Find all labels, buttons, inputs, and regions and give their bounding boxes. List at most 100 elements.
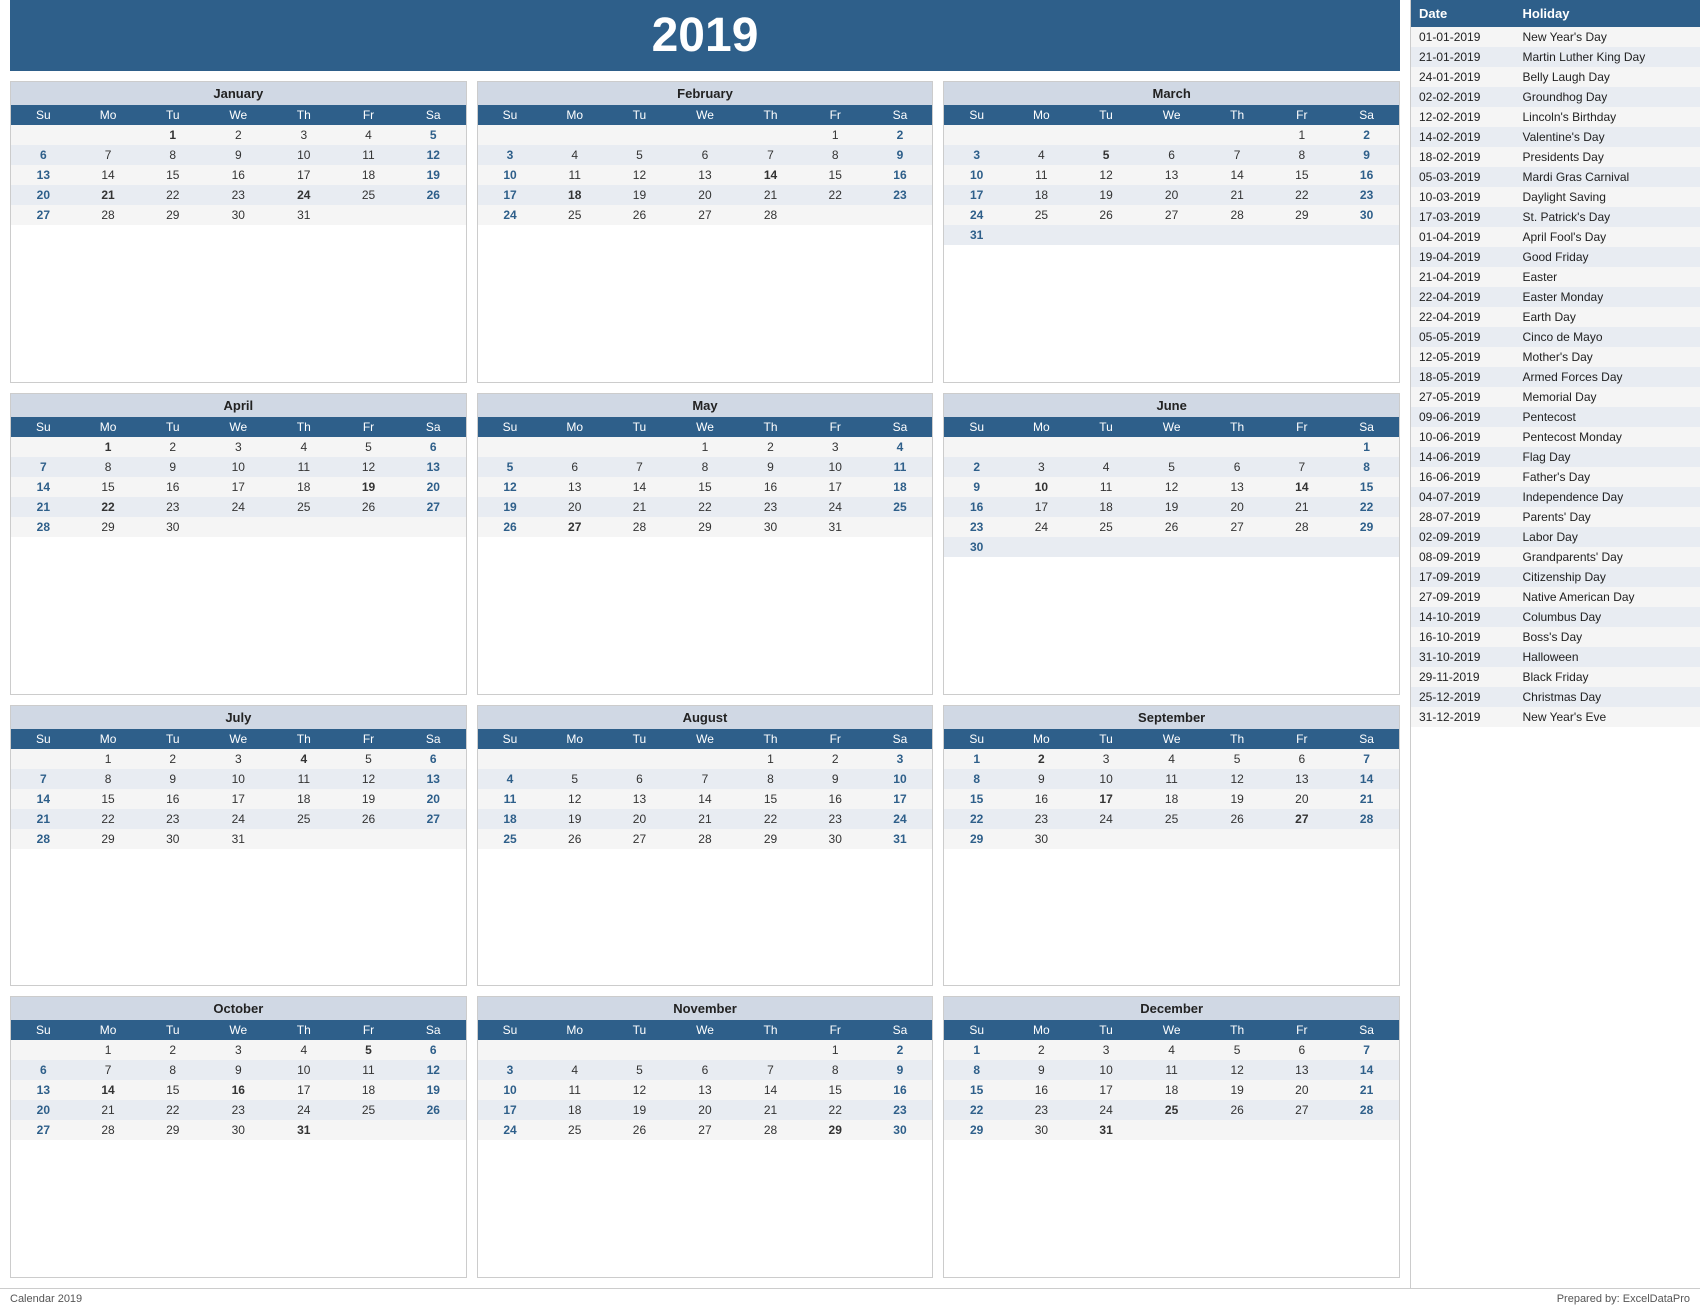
calendar-day: 12 bbox=[401, 1060, 466, 1080]
calendar-day: 9 bbox=[868, 145, 933, 165]
calendar-day bbox=[542, 1040, 607, 1060]
calendar-day bbox=[1009, 125, 1074, 145]
month-calendar-table: SuMoTuWeThFrSa12345678910111213141516171… bbox=[11, 105, 466, 225]
calendar-day: 15 bbox=[140, 165, 205, 185]
calendar-day: 5 bbox=[607, 145, 672, 165]
calendar-day: 23 bbox=[1009, 809, 1074, 829]
calendar-day: 13 bbox=[11, 1080, 76, 1100]
calendar-day: 5 bbox=[336, 749, 401, 769]
calendar-day bbox=[271, 517, 336, 537]
calendar-day: 21 bbox=[11, 809, 76, 829]
calendar-day: 29 bbox=[944, 829, 1009, 849]
day-header: Su bbox=[11, 729, 76, 749]
calendar-day: 1 bbox=[803, 125, 868, 145]
holiday-row: 02-02-2019Groundhog Day bbox=[1411, 87, 1700, 107]
calendar-day: 10 bbox=[205, 769, 271, 789]
calendar-day: 24 bbox=[1074, 1100, 1139, 1120]
holiday-name: Flag Day bbox=[1514, 447, 1700, 467]
calendar-day: 11 bbox=[542, 1080, 607, 1100]
calendar-day bbox=[1138, 437, 1204, 457]
calendar-day: 8 bbox=[803, 1060, 868, 1080]
day-header: Sa bbox=[868, 1020, 933, 1040]
holiday-name: Halloween bbox=[1514, 647, 1700, 667]
calendar-section: 2019 JanuarySuMoTuWeThFrSa12345678910111… bbox=[0, 0, 1410, 1288]
calendar-day: 3 bbox=[1074, 749, 1139, 769]
calendar-day: 13 bbox=[1269, 1060, 1334, 1080]
calendar-day: 7 bbox=[607, 457, 672, 477]
holiday-name: Easter Monday bbox=[1514, 287, 1700, 307]
months-grid: JanuarySuMoTuWeThFrSa1234567891011121314… bbox=[10, 81, 1400, 1278]
calendar-day: 17 bbox=[1009, 497, 1074, 517]
calendar-day: 17 bbox=[271, 165, 336, 185]
holiday-row: 18-02-2019Presidents Day bbox=[1411, 147, 1700, 167]
calendar-day: 19 bbox=[401, 165, 466, 185]
calendar-day: 27 bbox=[401, 497, 466, 517]
footer-right: Prepared by: ExcelDataPro bbox=[1557, 1293, 1690, 1305]
calendar-day: 7 bbox=[1205, 145, 1270, 165]
holiday-name: Presidents Day bbox=[1514, 147, 1700, 167]
holiday-name: Black Friday bbox=[1514, 667, 1700, 687]
calendar-day: 8 bbox=[738, 769, 803, 789]
calendar-day: 4 bbox=[336, 125, 401, 145]
holiday-row: 17-03-2019St. Patrick's Day bbox=[1411, 207, 1700, 227]
calendar-day: 16 bbox=[205, 1080, 271, 1100]
calendar-day: 3 bbox=[478, 145, 543, 165]
calendar-day: 6 bbox=[672, 1060, 738, 1080]
calendar-day: 17 bbox=[803, 477, 868, 497]
calendar-day: 31 bbox=[271, 205, 336, 225]
holiday-date: 22-04-2019 bbox=[1411, 287, 1514, 307]
calendar-day: 6 bbox=[1138, 145, 1204, 165]
month-calendar-table: SuMoTuWeThFrSa12345678910111213141516171… bbox=[944, 729, 1399, 849]
calendar-day: 29 bbox=[140, 205, 205, 225]
calendar-day: 23 bbox=[205, 1100, 271, 1120]
calendar-day bbox=[1205, 829, 1270, 849]
calendar-day bbox=[672, 125, 738, 145]
holiday-name: Native American Day bbox=[1514, 587, 1700, 607]
calendar-day: 24 bbox=[1074, 809, 1139, 829]
day-header: We bbox=[672, 105, 738, 125]
holiday-row: 09-06-2019Pentecost bbox=[1411, 407, 1700, 427]
calendar-day: 24 bbox=[478, 205, 543, 225]
calendar-day: 9 bbox=[803, 769, 868, 789]
month-title: June bbox=[944, 394, 1399, 417]
calendar-day: 15 bbox=[1334, 477, 1399, 497]
calendar-day: 14 bbox=[738, 1080, 803, 1100]
calendar-day: 3 bbox=[868, 749, 933, 769]
day-header: Th bbox=[738, 729, 803, 749]
calendar-day: 21 bbox=[76, 185, 141, 205]
day-header: We bbox=[205, 729, 271, 749]
holiday-date: 17-03-2019 bbox=[1411, 207, 1514, 227]
calendar-day: 26 bbox=[401, 1100, 466, 1120]
calendar-day: 29 bbox=[1269, 205, 1334, 225]
calendar-day: 4 bbox=[542, 145, 607, 165]
calendar-day: 10 bbox=[1009, 477, 1074, 497]
calendar-day: 9 bbox=[1009, 1060, 1074, 1080]
holiday-section: Date Holiday 01-01-2019New Year's Day21-… bbox=[1410, 0, 1700, 1288]
calendar-day: 20 bbox=[11, 185, 76, 205]
day-header: Su bbox=[478, 417, 543, 437]
calendar-day: 27 bbox=[11, 205, 76, 225]
calendar-day: 23 bbox=[1009, 1100, 1074, 1120]
holiday-row: 01-01-2019New Year's Day bbox=[1411, 27, 1700, 47]
calendar-day: 12 bbox=[478, 477, 543, 497]
month-title: February bbox=[478, 82, 933, 105]
calendar-day bbox=[1205, 125, 1270, 145]
calendar-day: 2 bbox=[803, 749, 868, 769]
calendar-day: 20 bbox=[672, 185, 738, 205]
calendar-day: 5 bbox=[478, 457, 543, 477]
calendar-day: 25 bbox=[336, 1100, 401, 1120]
calendar-day: 13 bbox=[607, 789, 672, 809]
calendar-day bbox=[336, 205, 401, 225]
calendar-day: 14 bbox=[1334, 769, 1399, 789]
calendar-day: 28 bbox=[672, 829, 738, 849]
holiday-row: 18-05-2019Armed Forces Day bbox=[1411, 367, 1700, 387]
day-header: Tu bbox=[607, 1020, 672, 1040]
day-header: Sa bbox=[1334, 417, 1399, 437]
calendar-day: 15 bbox=[1269, 165, 1334, 185]
calendar-day: 17 bbox=[944, 185, 1009, 205]
day-header: Mo bbox=[1009, 105, 1074, 125]
day-header: Fr bbox=[803, 105, 868, 125]
calendar-day: 1 bbox=[76, 437, 141, 457]
calendar-day bbox=[1074, 537, 1139, 557]
holiday-row: 05-03-2019Mardi Gras Carnival bbox=[1411, 167, 1700, 187]
